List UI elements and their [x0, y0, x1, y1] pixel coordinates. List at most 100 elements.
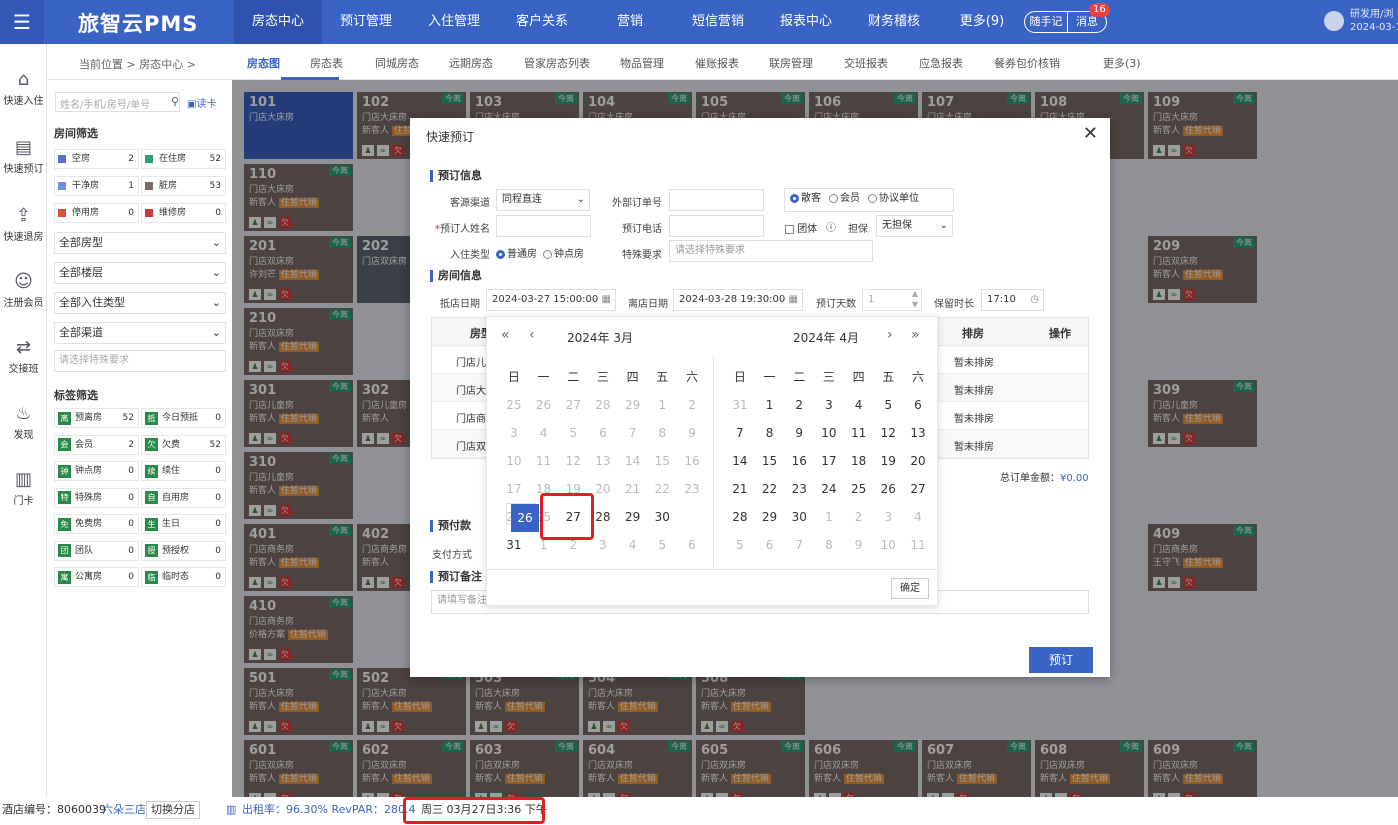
subtab[interactable]: 管家房态列表 — [524, 55, 590, 71]
close-icon[interactable]: ✕ — [1083, 123, 1098, 144]
calendar-day[interactable]: 4 — [618, 531, 648, 559]
next-month-icon[interactable]: › — [887, 327, 893, 343]
tag-filter[interactable]: 欠欠费 52 — [141, 434, 226, 455]
calendar-day[interactable]: 24 — [814, 475, 844, 503]
search-input[interactable]: 姓名/手机/房号/单号 — [55, 92, 180, 112]
calendar-day[interactable]: 15 — [647, 447, 677, 475]
subtab[interactable]: 房态表 — [310, 55, 343, 71]
search-icon[interactable]: ⚲ — [171, 95, 179, 108]
tag-filter[interactable]: 离预离房 52 — [54, 408, 139, 428]
quick-5[interactable]: ♨ 发现 — [0, 402, 47, 441]
calendar-day[interactable]: 8 — [814, 531, 844, 559]
quick-0[interactable]: ⌂ 快速入住 — [0, 68, 47, 107]
calendar-day[interactable]: 7 — [725, 419, 755, 447]
next-year-icon[interactable]: » — [911, 327, 920, 343]
keep-time-input[interactable]: 17:10 ◷ — [981, 289, 1044, 311]
calendar-day[interactable]: 12 — [873, 419, 903, 447]
quick-6[interactable]: ▥ 门卡 — [0, 468, 47, 507]
calendar-day[interactable]: 2 — [677, 391, 707, 419]
subtab[interactable]: 交班报表 — [844, 55, 888, 71]
calendar-day[interactable]: 8 — [755, 419, 785, 447]
calendar-day[interactable]: 3 — [873, 503, 903, 531]
calendar-day[interactable]: 4 — [529, 419, 559, 447]
calendar-day[interactable]: 5 — [647, 531, 677, 559]
calendar-day[interactable]: 5 — [558, 419, 588, 447]
calendar-day[interactable]: 19 — [873, 447, 903, 475]
calendar-day[interactable]: 18 — [844, 447, 874, 475]
room-status-filter[interactable]: 停用房 0 — [54, 203, 139, 223]
calendar-day[interactable]: 8 — [647, 419, 677, 447]
calendar-day[interactable]: 14 — [618, 447, 648, 475]
tag-filter[interactable]: 授预授权 0 — [141, 540, 226, 561]
channel-select[interactable]: 同程直连 ⌄ — [496, 189, 590, 211]
calendar-day[interactable]: 29 — [618, 503, 648, 531]
filter-select[interactable]: 全部楼层 ⌄ — [54, 262, 226, 284]
group-checkbox[interactable]: 团体 — [785, 220, 817, 235]
notebook-button[interactable]: 随手记 — [1024, 11, 1068, 33]
calendar-day[interactable]: 10 — [814, 419, 844, 447]
tag-filter[interactable]: 自自用房 0 — [141, 487, 226, 508]
calendar-day[interactable]: 11 — [844, 419, 874, 447]
calendar-day[interactable]: 28 — [725, 503, 755, 531]
calendar-day[interactable]: 5 — [873, 391, 903, 419]
submit-booking-button[interactable]: 预订 — [1029, 647, 1093, 673]
subtab[interactable]: 房态图 — [247, 55, 280, 71]
user-info[interactable]: 研发用/浏 2024-03-1 — [1350, 8, 1398, 34]
calendar-day[interactable]: 31 — [499, 531, 529, 559]
tag-filter[interactable]: 特特殊房 0 — [54, 487, 139, 508]
calendar-day[interactable]: 11 — [529, 447, 559, 475]
calendar-day[interactable]: 28 — [588, 391, 618, 419]
calendar-day[interactable]: 26 — [506, 503, 539, 532]
calendar-day[interactable]: 17 — [499, 475, 529, 503]
calendar-day[interactable]: 25 — [499, 391, 529, 419]
calendar-day[interactable]: 15 — [755, 447, 785, 475]
tag-filter[interactable]: 临临时态 0 — [141, 567, 226, 587]
calendar-day[interactable]: 29 — [755, 503, 785, 531]
nav-item[interactable]: 营销 — [586, 0, 674, 44]
calendar-day[interactable]: 4 — [903, 503, 933, 531]
quick-2[interactable]: ⇪ 快速退房 — [0, 204, 47, 243]
subtab[interactable]: 餐券包价核销 — [994, 55, 1060, 71]
nav-item[interactable]: 预订管理 — [322, 0, 410, 44]
room-status-filter[interactable]: 干净房 1 — [54, 176, 139, 196]
filter-select[interactable]: 全部房型 ⌄ — [54, 232, 226, 254]
booker-input[interactable] — [496, 215, 591, 237]
tag-filter[interactable]: 寓公寓房 0 — [54, 567, 139, 587]
quick-4[interactable]: ⇄ 交接班 — [0, 336, 47, 375]
calendar-day[interactable]: 13 — [588, 447, 618, 475]
guarantee-select[interactable]: 无担保 ⌄ — [876, 215, 953, 237]
guest-type-radio[interactable]: 协议单位 — [868, 193, 919, 204]
subtab[interactable]: 联房管理 — [769, 55, 813, 71]
filter-select[interactable]: 全部渠道 ⌄ — [54, 322, 226, 344]
calendar-day[interactable]: 30 — [647, 503, 677, 531]
calendar-day[interactable]: 23 — [677, 475, 707, 503]
tag-filter[interactable]: 续续住 0 — [141, 461, 226, 481]
nav-item[interactable]: 财务稽核 — [850, 0, 938, 44]
nav-item[interactable]: 更多(9) — [938, 0, 1026, 44]
room-status-filter[interactable]: 脏房 53 — [141, 176, 226, 196]
checkin-type-radio[interactable]: 普通房 — [496, 249, 537, 260]
calendar-day[interactable]: 1 — [814, 503, 844, 531]
room-status-filter[interactable]: 空房 2 — [54, 149, 139, 169]
calendar-day[interactable]: 26 — [873, 475, 903, 503]
quick-1[interactable]: ▤ 快速预订 — [0, 136, 47, 175]
calendar-day[interactable]: 6 — [903, 391, 933, 419]
special-request-select[interactable]: 请选择特殊要求 — [54, 350, 226, 372]
calendar-day[interactable]: 9 — [677, 419, 707, 447]
depart-date-input[interactable]: 2024-03-28 19:30:00 ▦ — [673, 289, 803, 311]
calendar-day[interactable]: 9 — [784, 419, 814, 447]
confirm-date-button[interactable]: 确定 — [891, 578, 929, 599]
calendar-day[interactable]: 25 — [844, 475, 874, 503]
calendar-day[interactable]: 6 — [677, 531, 707, 559]
guest-type-radio[interactable]: 会员 — [829, 193, 860, 204]
ext-order-input[interactable] — [669, 189, 764, 211]
days-stepper[interactable]: 1 ▲ ▼ — [862, 289, 922, 311]
calendar-day[interactable]: 3 — [814, 391, 844, 419]
tag-filter[interactable]: 会会员 2 — [54, 434, 139, 455]
subtab[interactable]: 更多(3) — [1103, 55, 1141, 71]
subtab[interactable]: 物品管理 — [620, 55, 664, 71]
calendar-day[interactable]: 29 — [618, 391, 648, 419]
calendar-day[interactable]: 10 — [873, 531, 903, 559]
nav-item[interactable]: 短信营销 — [674, 0, 762, 44]
tag-filter[interactable]: 钟钟点房 0 — [54, 461, 139, 481]
